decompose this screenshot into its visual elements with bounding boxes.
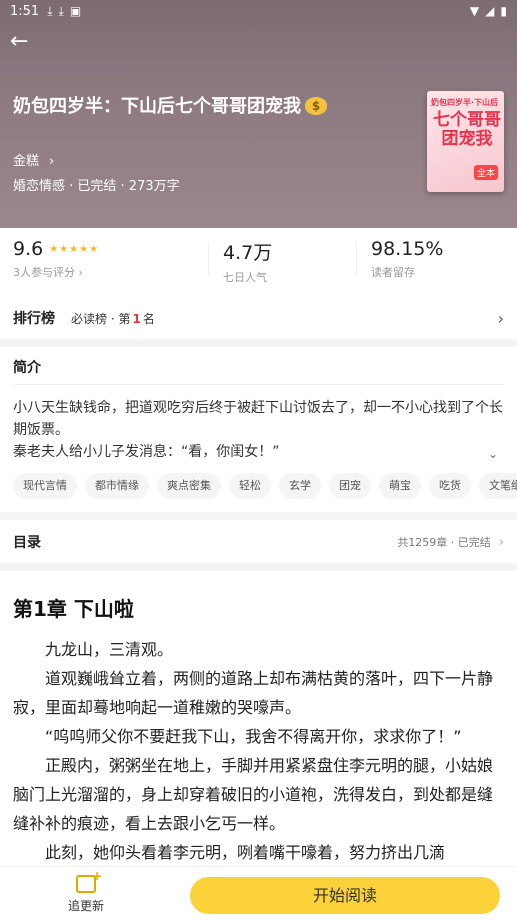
stats-divider [208, 242, 209, 276]
tag-list: 现代言情都市情缘爽点密集轻松玄学团宠萌宝吃货文笔细腻言 [13, 473, 517, 499]
back-arrow-icon[interactable]: ← [10, 30, 34, 54]
chapter-paragraph: 九龙山，三清观。 [45, 640, 174, 659]
bottom-bar: 追更新 开始阅读 [0, 866, 517, 920]
book-meta: 婚恋情感 · 已完结 · 273万字 [13, 179, 180, 194]
rating-value: 9.6 [13, 238, 44, 260]
follow-updates-button[interactable]: 追更新 [60, 869, 112, 914]
toc-row[interactable]: 目录 共1259章 · 已完结 › [0, 526, 517, 558]
tag-chip[interactable]: 吃货 [429, 473, 471, 499]
stats-divider [356, 242, 357, 276]
section-divider [0, 339, 517, 347]
rating-stat[interactable]: 9.6 ★★★★★ 3人参与评分 › [13, 238, 99, 280]
toc-info: 共1259章 · 已完结 [397, 536, 491, 549]
battery-icon: ▮ [500, 4, 507, 18]
rank-row[interactable]: 排行榜 必读榜 · 第1名 › [0, 299, 517, 337]
bookmark-add-icon [76, 869, 102, 893]
tag-chip[interactable]: 萌宝 [379, 473, 421, 499]
status-bar: 1:51 ⤓ ⤓ ▣ ▼ ◢ ▮ [0, 0, 517, 22]
chevron-right-icon: › [498, 534, 504, 550]
a-icon: ▣ [69, 4, 82, 18]
book-header: 1:51 ⤓ ⤓ ▣ ▼ ◢ ▮ ← 奶包四岁半：下山后七个哥哥团宠我 $ 金糕 ›… [0, 0, 517, 228]
download-icon: ⤓ [58, 3, 64, 18]
divider-line [13, 384, 504, 385]
chapter-paragraph: “呜呜师父你不要赶我下山，我舍不得离开你，求求你了！” [45, 727, 462, 746]
intro-heading: 简介 [13, 360, 41, 376]
chapter-paragraph: 道观巍峨耸立着，两侧的道路上却布满枯黄的落叶，四下一片静寂，里面却蓦地响起一道稚… [13, 669, 494, 717]
toc-heading: 目录 [13, 535, 41, 551]
follow-label: 追更新 [67, 899, 104, 913]
rank-text: 必读榜 · 第1名 [71, 311, 155, 326]
popularity-stat: 4.7万 七日人气 [223, 238, 272, 285]
author-link[interactable]: 金糕 › [13, 150, 54, 169]
tag-chip[interactable]: 文笔细腻 [479, 473, 517, 499]
chevron-right-icon: › [497, 308, 504, 328]
download-icon: ⤓ [47, 3, 53, 18]
intro-paragraph: 秦老夫人给小儿子发消息：“看，你闺女！” [13, 444, 280, 460]
cover-tag: 全本 [473, 165, 498, 180]
popularity-label: 七日人气 [223, 271, 267, 284]
book-title: 奶包四岁半：下山后七个哥哥团宠我 $ [13, 92, 413, 118]
intro-paragraph: 小八天生缺钱命，把道观吃穷后终于被赶下山讨饭去了，却一不小心找到了个长期饭票。 [13, 400, 503, 438]
tag-chip[interactable]: 团宠 [329, 473, 371, 499]
stats-row: 9.6 ★★★★★ 3人参与评分 › 4.7万 七日人气 98.15% 读者留存 [0, 228, 517, 290]
tag-chip[interactable]: 都市情缘 [85, 473, 149, 499]
book-cover[interactable]: 奶包四岁半·下山后 七个哥哥团宠我 全本 [427, 91, 504, 192]
rank-heading: 排行榜 [13, 311, 55, 327]
start-reading-button[interactable]: 开始阅读 [190, 877, 500, 914]
coin-icon: $ [305, 97, 327, 115]
chapter-text: 九龙山，三清观。 道观巍峨耸立着，两侧的道路上却布满枯黄的落叶，四下一片静寂，里… [13, 635, 505, 867]
star-rating: ★★★★★ [49, 244, 100, 255]
section-divider [0, 512, 517, 520]
tag-chip[interactable]: 现代言情 [13, 473, 77, 499]
popularity-value: 4.7万 [223, 242, 273, 264]
status-time: 1:51 [10, 3, 40, 19]
section-divider [0, 563, 517, 571]
chevron-down-icon[interactable]: ⌄ [488, 447, 498, 461]
retention-stat: 98.15% 读者留存 [371, 238, 443, 280]
cover-title: 七个哥哥团宠我 [433, 110, 501, 149]
chevron-right-icon: › [49, 154, 55, 169]
chapter-title: 第1章 下山啦 [13, 597, 134, 621]
tag-chip[interactable]: 轻松 [229, 473, 271, 499]
intro-text[interactable]: 小八天生缺钱命，把道观吃穷后终于被赶下山讨饭去了，却一不小心找到了个长期饭票。 … [13, 397, 505, 463]
retention-label: 读者留存 [371, 266, 415, 279]
chapter-paragraph: 正殿内，粥粥坐在地上，手脚并用紧紧盘住李元明的腿，小姑娘脑门上光溜溜的，身上却穿… [13, 756, 494, 833]
wifi-icon: ▼ [469, 4, 480, 18]
rank-position: 1 [132, 311, 141, 326]
tag-chip[interactable]: 爽点密集 [157, 473, 221, 499]
chapter-paragraph: 此刻，她仰头看着李元明，咧着嘴干嚎着，努力挤出几滴 [45, 843, 446, 862]
signal-icon: ◢ [485, 4, 495, 18]
retention-value: 98.15% [371, 238, 444, 260]
cover-subtitle: 奶包四岁半·下山后 [431, 98, 499, 107]
rating-label: 3人参与评分 › [13, 266, 83, 279]
tag-chip[interactable]: 玄学 [279, 473, 321, 499]
